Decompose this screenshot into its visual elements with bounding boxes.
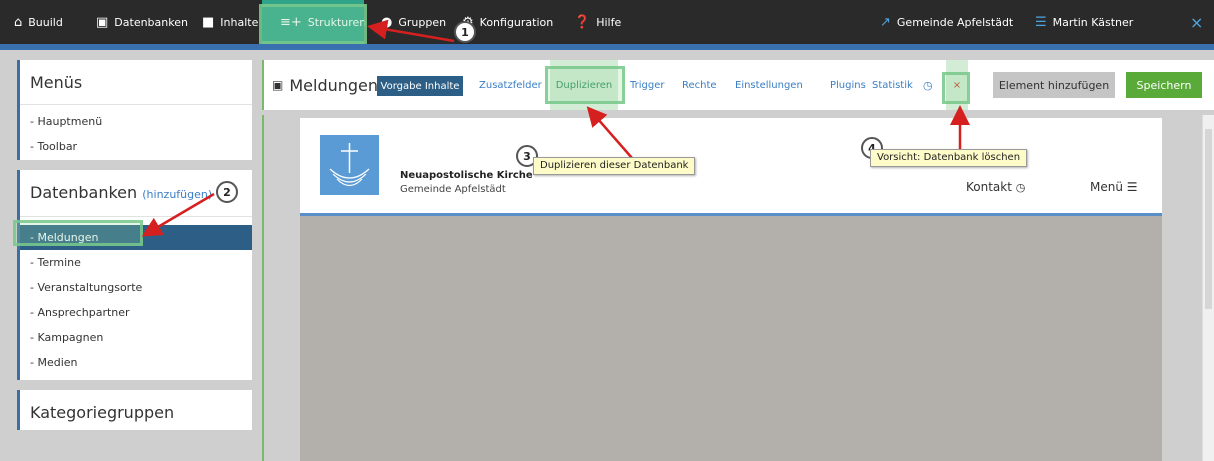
tooltip-delete: Vorsicht: Datenbank löschen [870,149,1028,167]
annotation-arrows [141,19,970,237]
marker-1: 1 [454,21,476,43]
arrow-1 [367,19,455,43]
arrow-3 [586,106,633,159]
tooltip-duplicate: Duplizieren dieser Datenbank [533,157,696,175]
marker-2: 2 [216,181,238,203]
arrow-2 [141,192,215,237]
